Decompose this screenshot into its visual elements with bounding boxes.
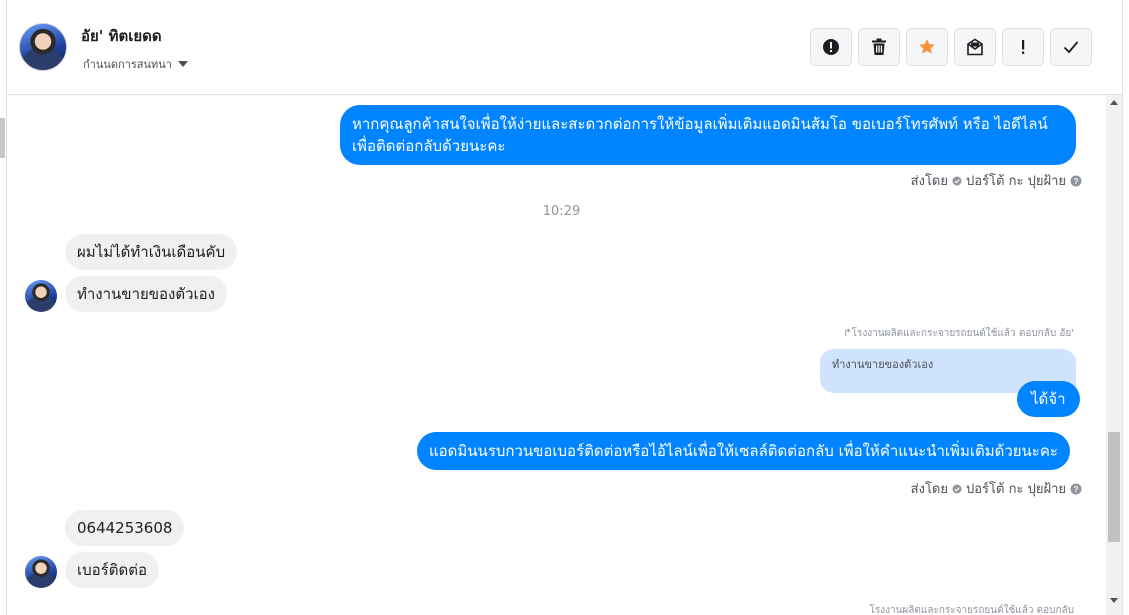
sent-by-meta: ส่งโดย ปอร์โต้ กะ ปุยฝ้าย ?	[911, 170, 1082, 191]
check-circle-icon	[952, 176, 962, 185]
conversation-settings-dropdown[interactable]: กำนนดการสนทนา	[83, 55, 188, 73]
sender-name[interactable]: ปอร์โต้ กะ ปุยฝ้าย	[966, 478, 1066, 499]
conversation-header: อัย' ทิตเยดด กำนนดการสนทนา	[7, 0, 1122, 95]
exclamation-circle-icon	[823, 39, 839, 55]
reply-context-note: ↱โรงงานผลิตและกระจายรถยนต์ใช้แล้ว ตอบกลั…	[843, 326, 1074, 341]
check-circle-icon	[952, 484, 962, 493]
contact-avatar[interactable]	[19, 23, 67, 71]
message-thread[interactable]: หากคุณลูกค้าสนใจเพื่อให้ง่ายและสะดวกต่อก…	[7, 95, 1106, 615]
outgoing-message[interactable]: หากคุณลูกค้าสนใจเพื่อให้ง่ายและสะดวกต่อก…	[340, 105, 1076, 165]
incoming-message[interactable]: ทำงานขายของตัวเอง	[65, 276, 227, 312]
incoming-message[interactable]: ผมไม่ได้ทำเงินเดือนคับ	[65, 234, 238, 270]
exclamation-icon	[1022, 40, 1025, 54]
outgoing-message[interactable]: ได้จ้า	[1017, 381, 1080, 417]
sender-name[interactable]: ปอร์โต้ กะ ปุยฝ้าย	[966, 170, 1066, 191]
left-scrollbar-thumb[interactable]	[0, 118, 5, 158]
report-button[interactable]	[810, 28, 852, 66]
left-scrollbar[interactable]	[0, 0, 7, 615]
contact-avatar-small[interactable]	[25, 280, 57, 312]
svg-text:?: ?	[1074, 177, 1079, 186]
incoming-message[interactable]: เบอร์ติดต่อ	[65, 552, 159, 588]
star-icon	[919, 39, 935, 54]
reply-context-text: โรงงานผลิตและกระจายรถยนต์ใช้แล้ว ตอบกลับ…	[851, 328, 1074, 339]
svg-text:?: ?	[1074, 485, 1079, 494]
thread-scrollbar-thumb[interactable]	[1108, 432, 1120, 542]
conversation-settings-label: กำนนดการสนทนา	[83, 58, 172, 71]
sent-by-label: ส่งโดย	[910, 482, 948, 497]
envelope-icon	[967, 38, 983, 56]
incoming-message[interactable]: 0644253608	[65, 510, 185, 546]
timestamp: 10:29	[542, 204, 581, 219]
help-icon[interactable]: ?	[1070, 175, 1082, 187]
important-button[interactable]	[1002, 28, 1044, 66]
help-icon[interactable]: ?	[1070, 483, 1082, 495]
reply-arrow-icon: ↱	[843, 328, 852, 339]
sent-by-label: ส่งโดย	[910, 174, 948, 189]
action-toolbar	[810, 28, 1092, 66]
checkmark-icon	[1063, 41, 1079, 54]
right-border	[1122, 0, 1129, 615]
scroll-down-arrow-icon[interactable]	[1110, 598, 1118, 603]
outgoing-message[interactable]: แอดมินนรบกวนขอเบอร์ติดต่อหรือไอ้ไลน์เพื่…	[417, 432, 1070, 470]
scroll-up-arrow-icon[interactable]	[1110, 100, 1118, 105]
delete-button[interactable]	[858, 28, 900, 66]
done-button[interactable]	[1050, 28, 1092, 66]
contact-name[interactable]: อัย' ทิตเยดด	[81, 24, 162, 48]
trash-icon	[872, 38, 886, 55]
caret-down-icon	[177, 61, 188, 67]
contact-avatar-small[interactable]	[25, 556, 57, 588]
sent-by-meta: ส่งโดย ปอร์โต้ กะ ปุยฝ้าย ?	[911, 478, 1082, 499]
reply-context-note: โรงงานผลิตและกระจายรถยนต์ใช้แล้ว ตอบกลับ	[869, 605, 1074, 615]
thread-scrollbar[interactable]	[1106, 95, 1122, 615]
star-button[interactable]	[906, 28, 948, 66]
mark-unread-button[interactable]	[954, 28, 996, 66]
